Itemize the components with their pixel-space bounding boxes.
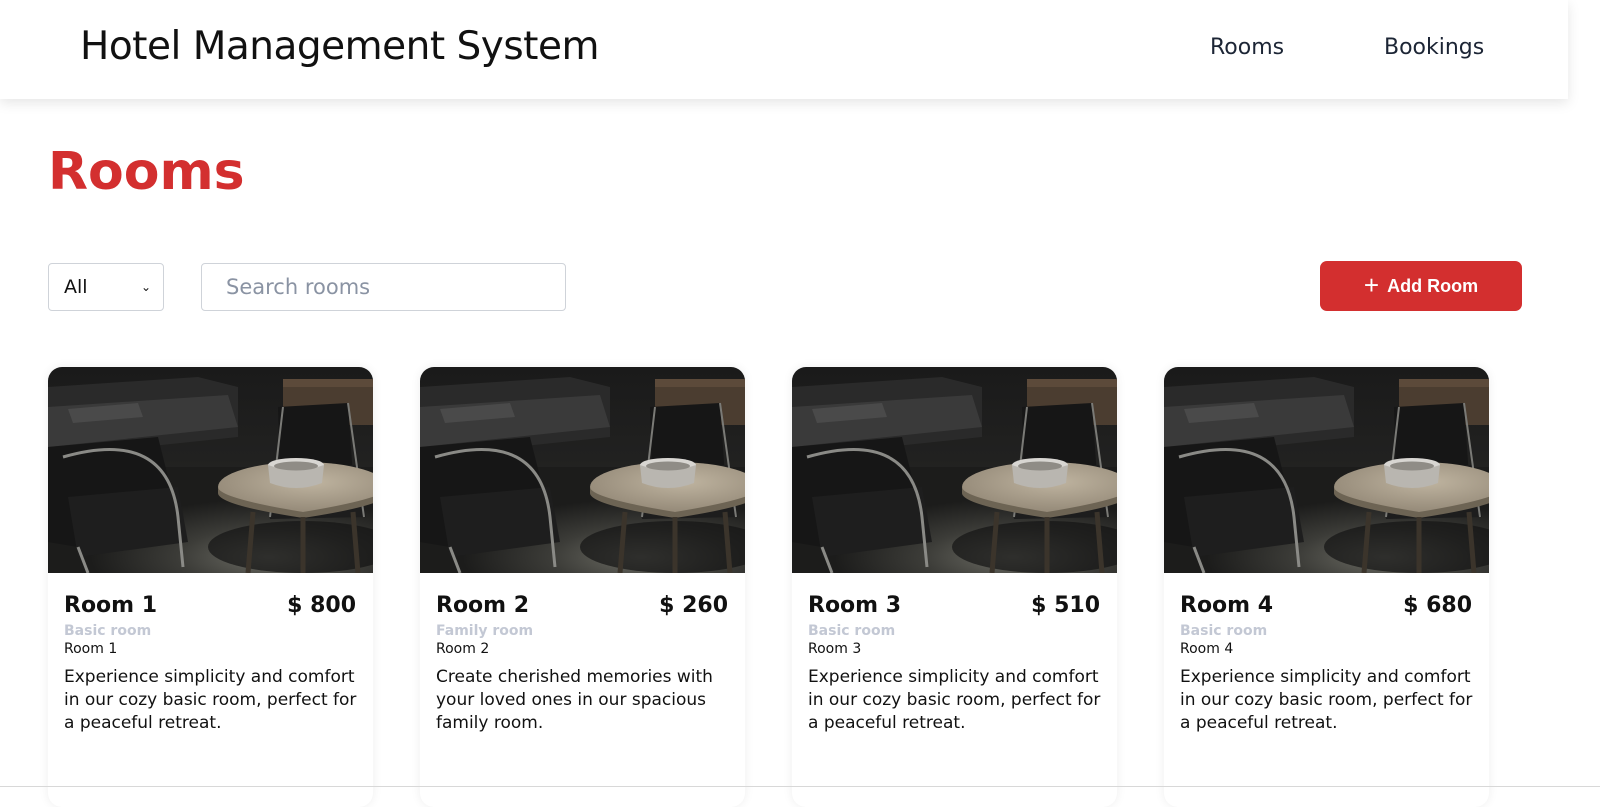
room-card[interactable]: Room 3 $ 510 Basic room Room 3 Experienc… [792,367,1117,807]
room-description: Experience simplicity and comfort in our… [64,667,357,733]
top-navbar: Hotel Management System Rooms Bookings [0,0,1568,99]
room-description: Experience simplicity and comfort in our… [1180,667,1473,733]
search-rooms-input[interactable] [201,263,566,311]
room-photo [420,367,745,573]
nav-link-bookings[interactable]: Bookings [1384,35,1484,60]
room-type: Basic room [808,623,896,639]
room-card[interactable]: Room 4 $ 680 Basic room Room 4 Experienc… [1164,367,1489,807]
room-type: Basic room [64,623,152,639]
add-room-button-label: Add Room [1387,275,1479,296]
nav-link-rooms[interactable]: Rooms [1210,35,1284,60]
app-brand-title[interactable]: Hotel Management System [80,24,599,69]
room-price: $ 800 [287,593,356,618]
room-description: Experience simplicity and comfort in our… [808,667,1101,733]
room-price: $ 260 [659,593,728,618]
room-card[interactable]: Room 2 $ 260 Family room Room 2 Create c… [420,367,745,807]
room-type: Family room [436,623,534,639]
room-subtitle: Room 2 [436,641,490,657]
room-photo [48,367,373,573]
filter-selected-value: All [64,276,88,298]
page-bottom-divider [0,786,1600,787]
room-name: Room 4 [1180,593,1274,618]
room-card[interactable]: Room 1 $ 800 Basic room Room 1 Experienc… [48,367,373,807]
room-name: Room 2 [436,593,530,618]
room-subtitle: Room 3 [808,641,862,657]
room-photo [792,367,1117,573]
chevron-down-icon: ⌄ [140,280,151,294]
room-name: Room 1 [64,593,158,618]
room-price: $ 680 [1403,593,1472,618]
plus-icon: + [1363,270,1380,300]
room-description: Create cherished memories with your love… [436,667,713,733]
room-price: $ 510 [1031,593,1100,618]
room-subtitle: Room 1 [64,641,118,657]
add-room-button[interactable]: + Add Room [1320,261,1522,311]
room-type-filter-select[interactable]: All ⌄ [48,263,164,311]
room-subtitle: Room 4 [1180,641,1234,657]
room-type: Basic room [1180,623,1268,639]
page-title: Rooms [48,142,245,202]
room-photo [1164,367,1489,573]
room-name: Room 3 [808,593,902,618]
